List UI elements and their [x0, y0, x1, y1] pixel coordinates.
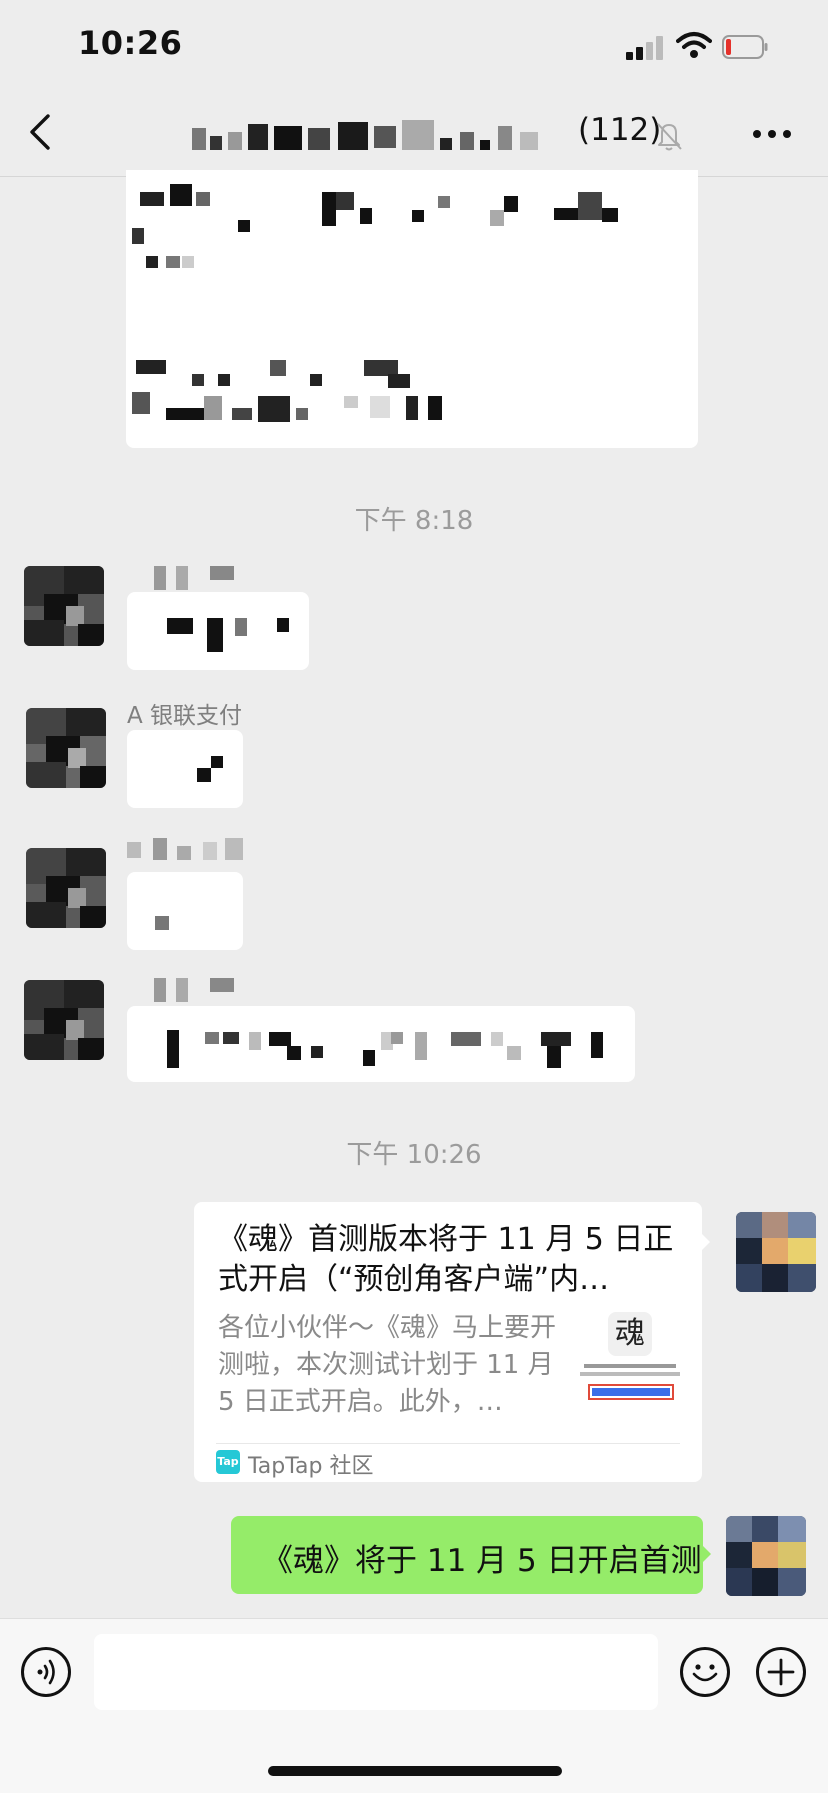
message-bubble-redacted[interactable] [126, 170, 698, 448]
plus-icon[interactable] [756, 1647, 806, 1697]
voice-icon[interactable] [21, 1647, 71, 1697]
sender-name-redacted [127, 838, 247, 864]
avatar[interactable] [24, 980, 104, 1060]
battery-icon [722, 35, 768, 59]
emoji-icon[interactable] [680, 1647, 730, 1697]
bubble-tail [700, 1232, 710, 1252]
message-bubble-redacted[interactable] [127, 730, 243, 808]
link-card-source: TapTap 社区 [248, 1454, 374, 1479]
link-card-description: 各位小伙伴～《魂》马上要开测啦，本次测试计划于 11 月 5 日正式开启。此外，… [218, 1313, 557, 1417]
message-input[interactable] [94, 1634, 658, 1710]
link-card-thumbnail: 魂 [578, 1306, 682, 1410]
avatar[interactable] [24, 566, 104, 646]
outgoing-message-text: 《魂》将于 11 月 5 日开启首测 [262, 1543, 702, 1579]
app-logo: 魂 [615, 1316, 645, 1351]
message-bubble-redacted[interactable] [127, 592, 309, 670]
message-bubble-redacted[interactable] [127, 872, 243, 950]
group-name-redacted[interactable] [192, 118, 572, 158]
taptap-icon: Tap [216, 1450, 240, 1474]
link-card-title[interactable]: 《魂》首测版本将于 11 月 5 日正式开启（“预创角客户端”内… [218, 1220, 688, 1300]
message-bubble-redacted[interactable] [127, 1006, 635, 1082]
back-icon[interactable] [26, 112, 56, 152]
more-icon[interactable] [752, 128, 792, 140]
bubble-tail [701, 1544, 711, 1564]
timestamp: 下午 10:26 [346, 1140, 482, 1170]
divider [216, 1443, 680, 1444]
bell-slash-icon [657, 123, 682, 151]
my-avatar[interactable] [736, 1212, 816, 1292]
sender-name-redacted [130, 566, 248, 592]
avatar[interactable] [26, 848, 106, 928]
home-indicator[interactable] [268, 1766, 562, 1776]
timestamp: 下午 8:18 [354, 506, 474, 536]
wifi-icon [676, 32, 712, 58]
my-avatar[interactable] [726, 1516, 806, 1596]
avatar[interactable] [26, 708, 106, 788]
sender-name-redacted [130, 978, 248, 1004]
status-time: 10:26 [78, 24, 183, 62]
member-count[interactable]: (112) [578, 112, 661, 148]
sender-name: A 银联支付 [127, 703, 243, 729]
signal-icon [626, 36, 664, 60]
